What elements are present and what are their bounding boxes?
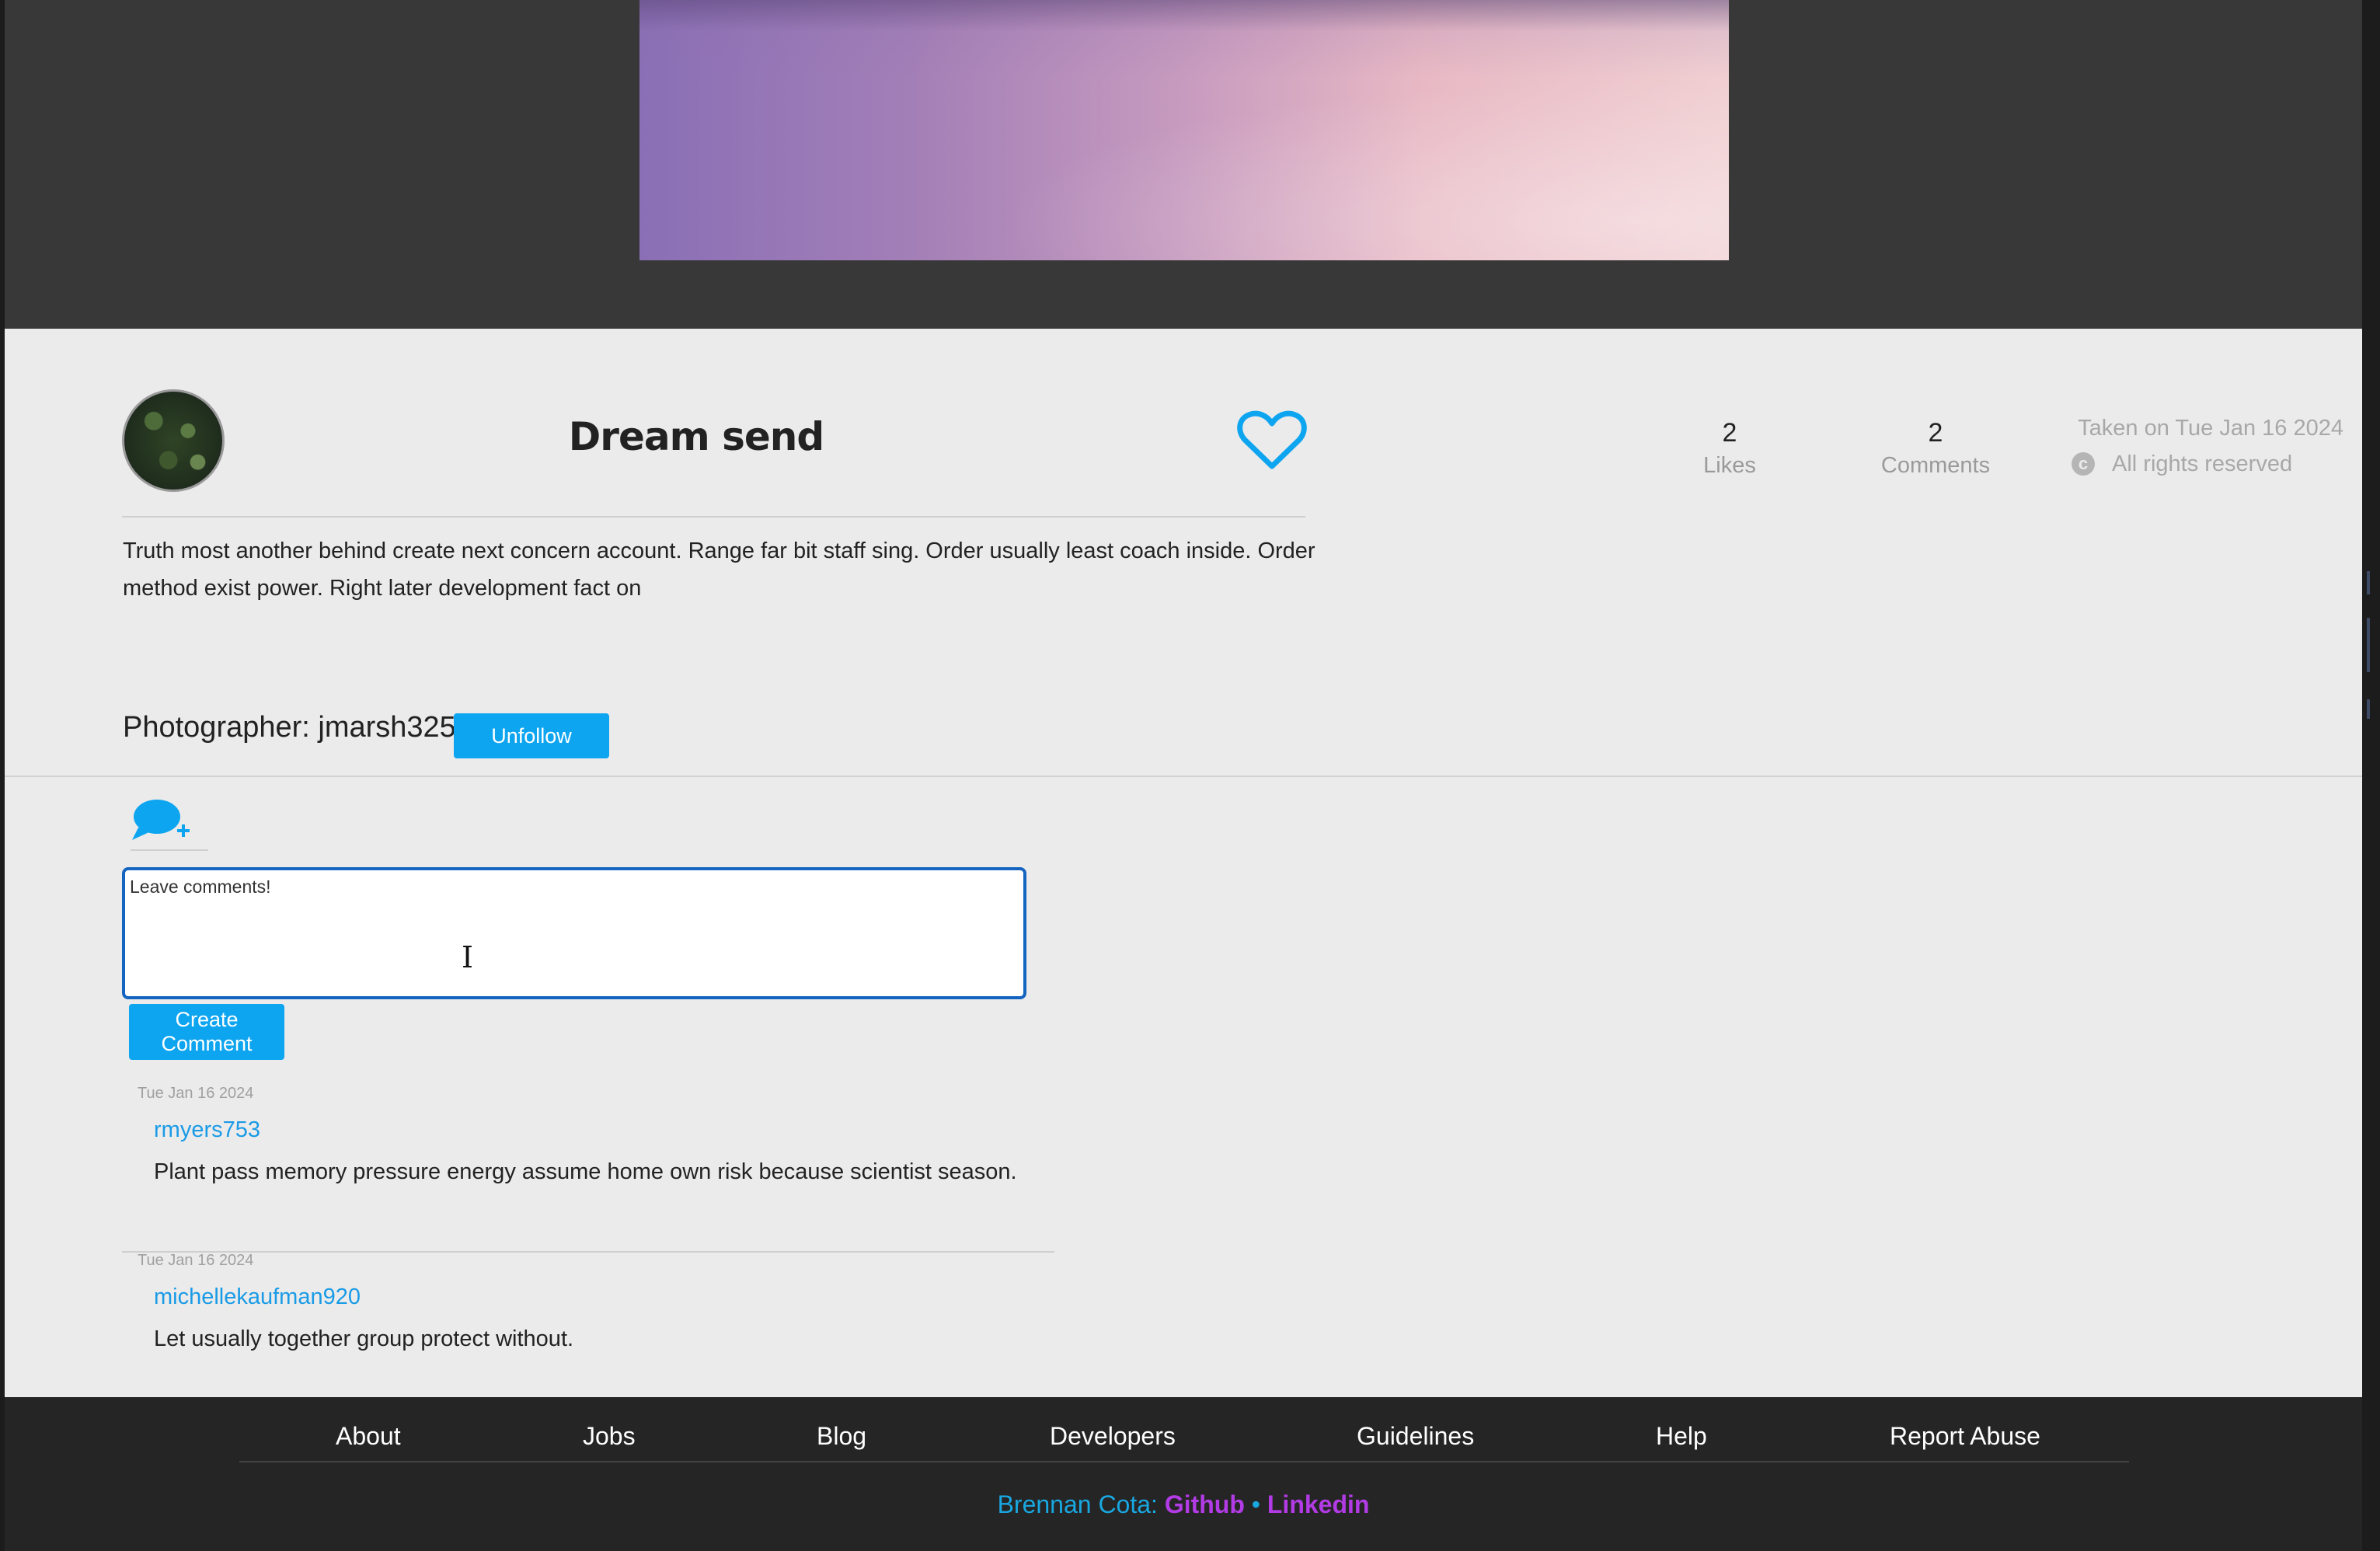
footer: About Jobs Blog Developers Guidelines He… bbox=[5, 1397, 2362, 1551]
comment-author-link[interactable]: michellekaufman920 bbox=[154, 1284, 361, 1310]
copyright-icon: c bbox=[2072, 452, 2095, 476]
window-right-edge bbox=[2362, 0, 2380, 1551]
footer-link-about[interactable]: About bbox=[336, 1422, 401, 1451]
likes-count: 2 bbox=[1722, 418, 1737, 448]
rights-notice: c All rights reserved bbox=[2072, 451, 2375, 477]
comments-stat: 2 Comments bbox=[1854, 418, 2017, 479]
comment-input[interactable]: Leave comments! bbox=[122, 867, 1026, 999]
add-comment-icon[interactable] bbox=[131, 795, 208, 851]
footer-link-developers[interactable]: Developers bbox=[1050, 1422, 1176, 1451]
post-title: Dream send bbox=[568, 414, 824, 459]
credits: Brennan Cota: Github • Linkedin bbox=[5, 1490, 2362, 1519]
main-photo bbox=[639, 0, 1729, 260]
text-cursor-icon: I bbox=[462, 940, 474, 974]
rights-text: All rights reserved bbox=[2112, 451, 2293, 476]
create-comment-button[interactable]: Create Comment bbox=[129, 1004, 284, 1060]
footer-nav: About Jobs Blog Developers Guidelines He… bbox=[239, 1397, 2129, 1462]
taken-date: Taken on Tue Jan 16 2024 bbox=[2078, 416, 2343, 441]
comment-date: Tue Jan 16 2024 bbox=[138, 1085, 254, 1102]
footer-link-help[interactable]: Help bbox=[1656, 1422, 1707, 1451]
photo-area bbox=[5, 0, 2362, 329]
comment-text: Plant pass memory pressure energy assume… bbox=[154, 1159, 1017, 1184]
comments-count: 2 bbox=[1928, 418, 1943, 448]
github-link[interactable]: Github bbox=[1165, 1490, 1245, 1518]
post-description: Truth most another behind create next co… bbox=[123, 538, 1315, 601]
title-divider bbox=[122, 516, 1305, 518]
likes-stat: 2 Likes bbox=[1660, 418, 1800, 479]
comment-item: Tue Jan 16 2024 michellekaufman920 Let u… bbox=[122, 1252, 1054, 1420]
credit-name: Brennan Cota: bbox=[997, 1490, 1158, 1518]
photographer-label: Photographer: jmarsh325 bbox=[123, 711, 456, 744]
comment-text: Let usually together group protect witho… bbox=[154, 1326, 574, 1351]
footer-link-jobs[interactable]: Jobs bbox=[583, 1422, 636, 1451]
likes-label: Likes bbox=[1703, 453, 1756, 478]
footer-link-blog[interactable]: Blog bbox=[817, 1422, 866, 1451]
credit-separator: • bbox=[1251, 1490, 1260, 1518]
footer-link-guidelines[interactable]: Guidelines bbox=[1357, 1422, 1474, 1451]
unfollow-button[interactable]: Unfollow bbox=[454, 713, 609, 758]
footer-link-report-abuse[interactable]: Report Abuse bbox=[1890, 1422, 2040, 1451]
comment-item: Tue Jan 16 2024 rmyers753 Plant pass mem… bbox=[122, 1085, 1054, 1253]
heart-icon[interactable] bbox=[1237, 410, 1307, 472]
comment-date: Tue Jan 16 2024 bbox=[138, 1252, 254, 1269]
post-details: Dream send 2 Likes 2 Comments Taken on T… bbox=[5, 329, 2362, 1420]
avatar[interactable] bbox=[122, 389, 225, 492]
comments-label: Comments bbox=[1880, 453, 1991, 478]
section-divider bbox=[5, 776, 2362, 777]
linkedin-link[interactable]: Linkedin bbox=[1267, 1490, 1370, 1518]
comment-author-link[interactable]: rmyers753 bbox=[154, 1117, 260, 1143]
